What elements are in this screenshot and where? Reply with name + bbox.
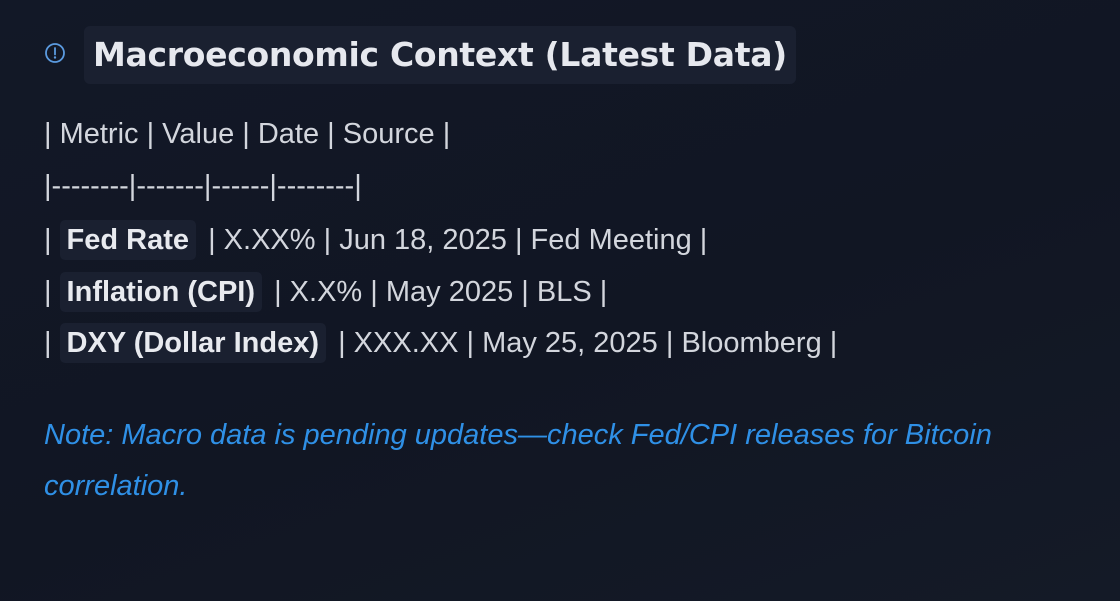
note-text: Note: Macro data is pending updates—chec…	[44, 419, 992, 502]
row-values: | X.X% | May 2025 | BLS |	[274, 276, 608, 308]
metric-label: DXY (Dollar Index)	[59, 323, 327, 363]
row-prefix: |	[44, 224, 52, 256]
table-separator-line: |--------|-------|------|--------|	[44, 170, 362, 202]
info-circle-icon	[44, 42, 66, 64]
table-row: | DXY (Dollar Index) | XXX.XX | May 25, 2…	[44, 323, 837, 363]
section-heading: Macroeconomic Context (Latest Data)	[44, 26, 796, 84]
row-values: | X.XX% | Jun 18, 2025 | Fed Meeting |	[208, 224, 708, 256]
metric-label: Inflation (CPI)	[59, 272, 263, 312]
row-values: | XXX.XX | May 25, 2025 | Bloomberg |	[338, 327, 838, 359]
row-prefix: |	[44, 276, 52, 308]
row-prefix: |	[44, 327, 52, 359]
table-row: | Inflation (CPI) | X.X% | May 2025 | BLS…	[44, 272, 607, 312]
table-row: | Fed Rate | X.XX% | Jun 18, 2025 | Fed M…	[44, 220, 707, 260]
section-title: Macroeconomic Context (Latest Data)	[84, 26, 796, 84]
table-header-line: | Metric | Value | Date | Source |	[44, 118, 451, 150]
metric-label: Fed Rate	[59, 220, 197, 260]
